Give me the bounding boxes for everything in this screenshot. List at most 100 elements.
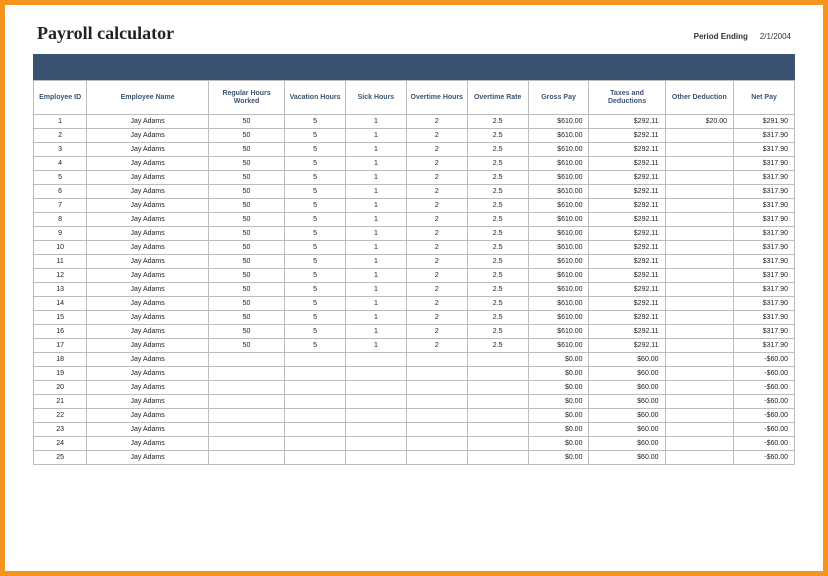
cell-sick: 1	[345, 213, 406, 227]
cell-otr: 2.5	[467, 171, 528, 185]
cell-tax: $292.11	[589, 297, 665, 311]
cell-tax: $60.00	[589, 409, 665, 423]
table-row: 25Jay Adams$0.00$60.00-$60.00	[34, 451, 795, 465]
table-row: 11Jay Adams505122.5$610.00$292.11$317.90	[34, 255, 795, 269]
table-row: 2Jay Adams505122.5$610.00$292.11$317.90	[34, 129, 795, 143]
cell-oth	[406, 437, 467, 451]
cell-oth: 2	[406, 269, 467, 283]
cell-oth: 2	[406, 213, 467, 227]
cell-vac	[285, 367, 346, 381]
cell-vac: 5	[285, 241, 346, 255]
cell-vac: 5	[285, 213, 346, 227]
header-row: Payroll calculator Period Ending 2/1/200…	[33, 23, 795, 44]
cell-vac: 5	[285, 157, 346, 171]
table-row: 13Jay Adams505122.5$610.00$292.11$317.90	[34, 283, 795, 297]
cell-vac: 5	[285, 227, 346, 241]
cell-name: Jay Adams	[87, 437, 209, 451]
cell-reg	[209, 381, 285, 395]
table-row: 22Jay Adams$0.00$60.00-$60.00	[34, 409, 795, 423]
cell-gross: $610.00	[528, 185, 589, 199]
cell-net: $317.90	[734, 143, 795, 157]
cell-net: $317.90	[734, 311, 795, 325]
cell-reg: 50	[209, 157, 285, 171]
cell-net: $317.90	[734, 227, 795, 241]
cell-tax: $60.00	[589, 381, 665, 395]
cell-other	[665, 339, 733, 353]
cell-other	[665, 451, 733, 465]
cell-net: -$60.00	[734, 409, 795, 423]
cell-other	[665, 409, 733, 423]
cell-sick	[345, 353, 406, 367]
cell-tax: $292.11	[589, 171, 665, 185]
cell-otr	[467, 367, 528, 381]
cell-net: -$60.00	[734, 423, 795, 437]
cell-gross: $610.00	[528, 171, 589, 185]
cell-other	[665, 311, 733, 325]
cell-tax: $292.11	[589, 241, 665, 255]
cell-net: -$60.00	[734, 367, 795, 381]
cell-id: 8	[34, 213, 87, 227]
cell-name: Jay Adams	[87, 311, 209, 325]
cell-gross: $610.00	[528, 339, 589, 353]
cell-gross: $610.00	[528, 199, 589, 213]
cell-name: Jay Adams	[87, 241, 209, 255]
table-row: 23Jay Adams$0.00$60.00-$60.00	[34, 423, 795, 437]
cell-other	[665, 297, 733, 311]
table-row: 9Jay Adams505122.5$610.00$292.11$317.90	[34, 227, 795, 241]
cell-oth	[406, 367, 467, 381]
cell-vac: 5	[285, 171, 346, 185]
table-row: 4Jay Adams505122.5$610.00$292.11$317.90	[34, 157, 795, 171]
cell-sick: 1	[345, 185, 406, 199]
cell-oth: 2	[406, 129, 467, 143]
table-row: 3Jay Adams505122.5$610.00$292.11$317.90	[34, 143, 795, 157]
cell-reg: 50	[209, 129, 285, 143]
cell-reg: 50	[209, 255, 285, 269]
table-row: 14Jay Adams505122.5$610.00$292.11$317.90	[34, 297, 795, 311]
cell-reg: 50	[209, 143, 285, 157]
cell-oth: 2	[406, 241, 467, 255]
cell-vac	[285, 423, 346, 437]
cell-other	[665, 381, 733, 395]
table-row: 8Jay Adams505122.5$610.00$292.11$317.90	[34, 213, 795, 227]
cell-gross: $610.00	[528, 115, 589, 129]
cell-tax: $60.00	[589, 423, 665, 437]
cell-id: 15	[34, 311, 87, 325]
cell-vac: 5	[285, 143, 346, 157]
cell-otr: 2.5	[467, 325, 528, 339]
cell-name: Jay Adams	[87, 423, 209, 437]
cell-reg: 50	[209, 311, 285, 325]
cell-sick: 1	[345, 129, 406, 143]
cell-gross: $610.00	[528, 325, 589, 339]
cell-sick: 1	[345, 115, 406, 129]
cell-other: $20.00	[665, 115, 733, 129]
cell-tax: $292.11	[589, 129, 665, 143]
table-row: 17Jay Adams505122.5$610.00$292.11$317.90	[34, 339, 795, 353]
cell-otr	[467, 353, 528, 367]
cell-name: Jay Adams	[87, 129, 209, 143]
cell-other	[665, 129, 733, 143]
cell-net: $317.90	[734, 171, 795, 185]
cell-other	[665, 157, 733, 171]
cell-oth	[406, 381, 467, 395]
cell-otr	[467, 395, 528, 409]
cell-net: $317.90	[734, 213, 795, 227]
cell-otr: 2.5	[467, 311, 528, 325]
col-vacation-hours: Vacation Hours	[285, 81, 346, 115]
col-regular-hours: Regular Hours Worked	[209, 81, 285, 115]
cell-vac: 5	[285, 199, 346, 213]
cell-tax: $292.11	[589, 199, 665, 213]
cell-id: 3	[34, 143, 87, 157]
cell-name: Jay Adams	[87, 451, 209, 465]
cell-other	[665, 437, 733, 451]
cell-vac: 5	[285, 339, 346, 353]
cell-id: 5	[34, 171, 87, 185]
cell-oth: 2	[406, 157, 467, 171]
cell-sick: 1	[345, 241, 406, 255]
col-overtime-hours: Overtime Hours	[406, 81, 467, 115]
table-row: 15Jay Adams505122.5$610.00$292.11$317.90	[34, 311, 795, 325]
cell-other	[665, 283, 733, 297]
cell-otr: 2.5	[467, 339, 528, 353]
cell-name: Jay Adams	[87, 325, 209, 339]
cell-vac: 5	[285, 255, 346, 269]
cell-sick: 1	[345, 297, 406, 311]
